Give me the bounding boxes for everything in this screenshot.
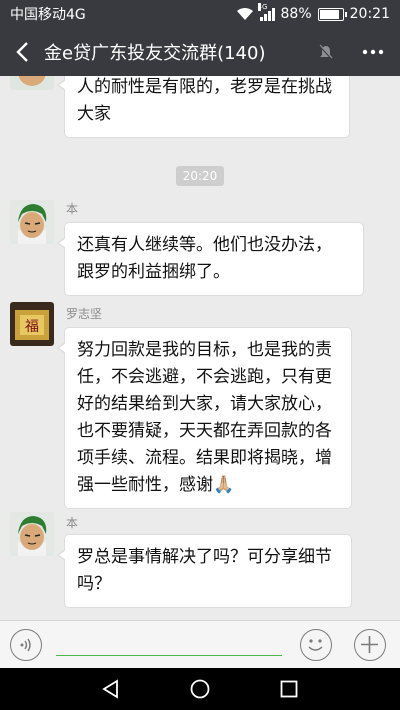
sender-name: 本 bbox=[66, 516, 79, 530]
emoji-button[interactable] bbox=[300, 629, 332, 661]
signal-icon: 4G bbox=[257, 3, 275, 21]
timestamp: 20:20 bbox=[176, 166, 224, 186]
avatar-image bbox=[10, 200, 54, 244]
voice-button[interactable] bbox=[10, 629, 42, 661]
battery-icon bbox=[317, 7, 347, 21]
system-nav-bar bbox=[0, 668, 400, 710]
voice-icon bbox=[20, 638, 31, 652]
message-line: 好的结果给到大家，请大家放心， bbox=[77, 394, 332, 414]
recent-square-icon[interactable] bbox=[278, 678, 300, 700]
carrier-label: 中国移动4G bbox=[10, 7, 86, 23]
network-tag: 4G bbox=[257, 3, 268, 11]
message-line: 跟罗的利益捆绑了。 bbox=[77, 262, 230, 282]
avatar[interactable]: 福 bbox=[10, 302, 54, 346]
message-input[interactable] bbox=[56, 655, 282, 656]
sender-name: 本 bbox=[66, 202, 79, 216]
sender-name: 罗志坚 bbox=[66, 307, 103, 321]
back-button[interactable] bbox=[0, 28, 44, 76]
avatar[interactable] bbox=[10, 200, 54, 244]
status-bar: 中国移动4G 4G 88% 20:21 bbox=[0, 0, 400, 28]
message-line: 还真有人继续等。他们也没办法， bbox=[77, 235, 332, 255]
message-line: 大家 bbox=[77, 104, 111, 124]
plus-button[interactable] bbox=[354, 629, 386, 661]
chat-messages[interactable]: 人的耐性是有限的，老罗是在挑战 大家 20:20 本 还真有人继续等。他们也没办… bbox=[0, 76, 400, 620]
message-line: 人的耐性是有限的，老罗是在挑战 bbox=[77, 77, 332, 97]
wifi-icon bbox=[236, 7, 253, 20]
avatar-image bbox=[10, 512, 54, 556]
mute-indicator bbox=[318, 28, 346, 76]
message-bubble[interactable]: 努力回款是我的目标，也是我的责 任，不会逃避，不会逃跑，只有更 好的结果给到大家… bbox=[57, 327, 352, 509]
plus-icon bbox=[361, 636, 378, 653]
emoji-icon bbox=[308, 639, 323, 651]
back-arrow-icon bbox=[16, 42, 28, 62]
avatar[interactable] bbox=[10, 512, 54, 556]
avatar-text: 福 bbox=[25, 319, 39, 335]
more-dots-icon bbox=[362, 49, 384, 55]
avatar-image: 福 bbox=[10, 302, 54, 346]
mute-bell-icon bbox=[319, 44, 333, 60]
message-line: 任，不会逃避，不会逃跑，只有更 bbox=[77, 367, 332, 387]
home-circle-icon[interactable] bbox=[189, 678, 211, 700]
message-line: 罗总是事情解决了吗？可分享细节 bbox=[77, 547, 332, 567]
chat-title: 金e贷广东投友交流群(140) bbox=[44, 43, 266, 64]
status-time: 20:21 bbox=[349, 6, 390, 22]
message-line: 强一些耐性，感谢🙏🏼 bbox=[77, 475, 235, 495]
message-bubble[interactable]: 罗总是事情解决了吗？可分享细节 吗？ bbox=[57, 534, 352, 608]
more-button[interactable] bbox=[346, 28, 400, 76]
avatar[interactable] bbox=[10, 76, 54, 90]
battery-percent: 88% bbox=[280, 6, 312, 22]
message-bubble[interactable]: 人的耐性是有限的，老罗是在挑战 大家 bbox=[57, 76, 350, 138]
back-triangle-icon[interactable] bbox=[100, 678, 122, 700]
input-bar bbox=[0, 620, 400, 668]
message-line: 也不要猜疑，天天都在弄回款的各 bbox=[77, 421, 332, 441]
chat-header: 金e贷广东投友交流群(140) bbox=[0, 28, 400, 76]
message-bubble[interactable]: 还真有人继续等。他们也没办法， 跟罗的利益捆绑了。 bbox=[57, 222, 364, 296]
message-line: 吗？ bbox=[77, 574, 111, 594]
message-line: 努力回款是我的目标，也是我的责 bbox=[77, 340, 332, 360]
message-line: 项手续、流程。结果即将揭晓，增 bbox=[77, 448, 332, 468]
